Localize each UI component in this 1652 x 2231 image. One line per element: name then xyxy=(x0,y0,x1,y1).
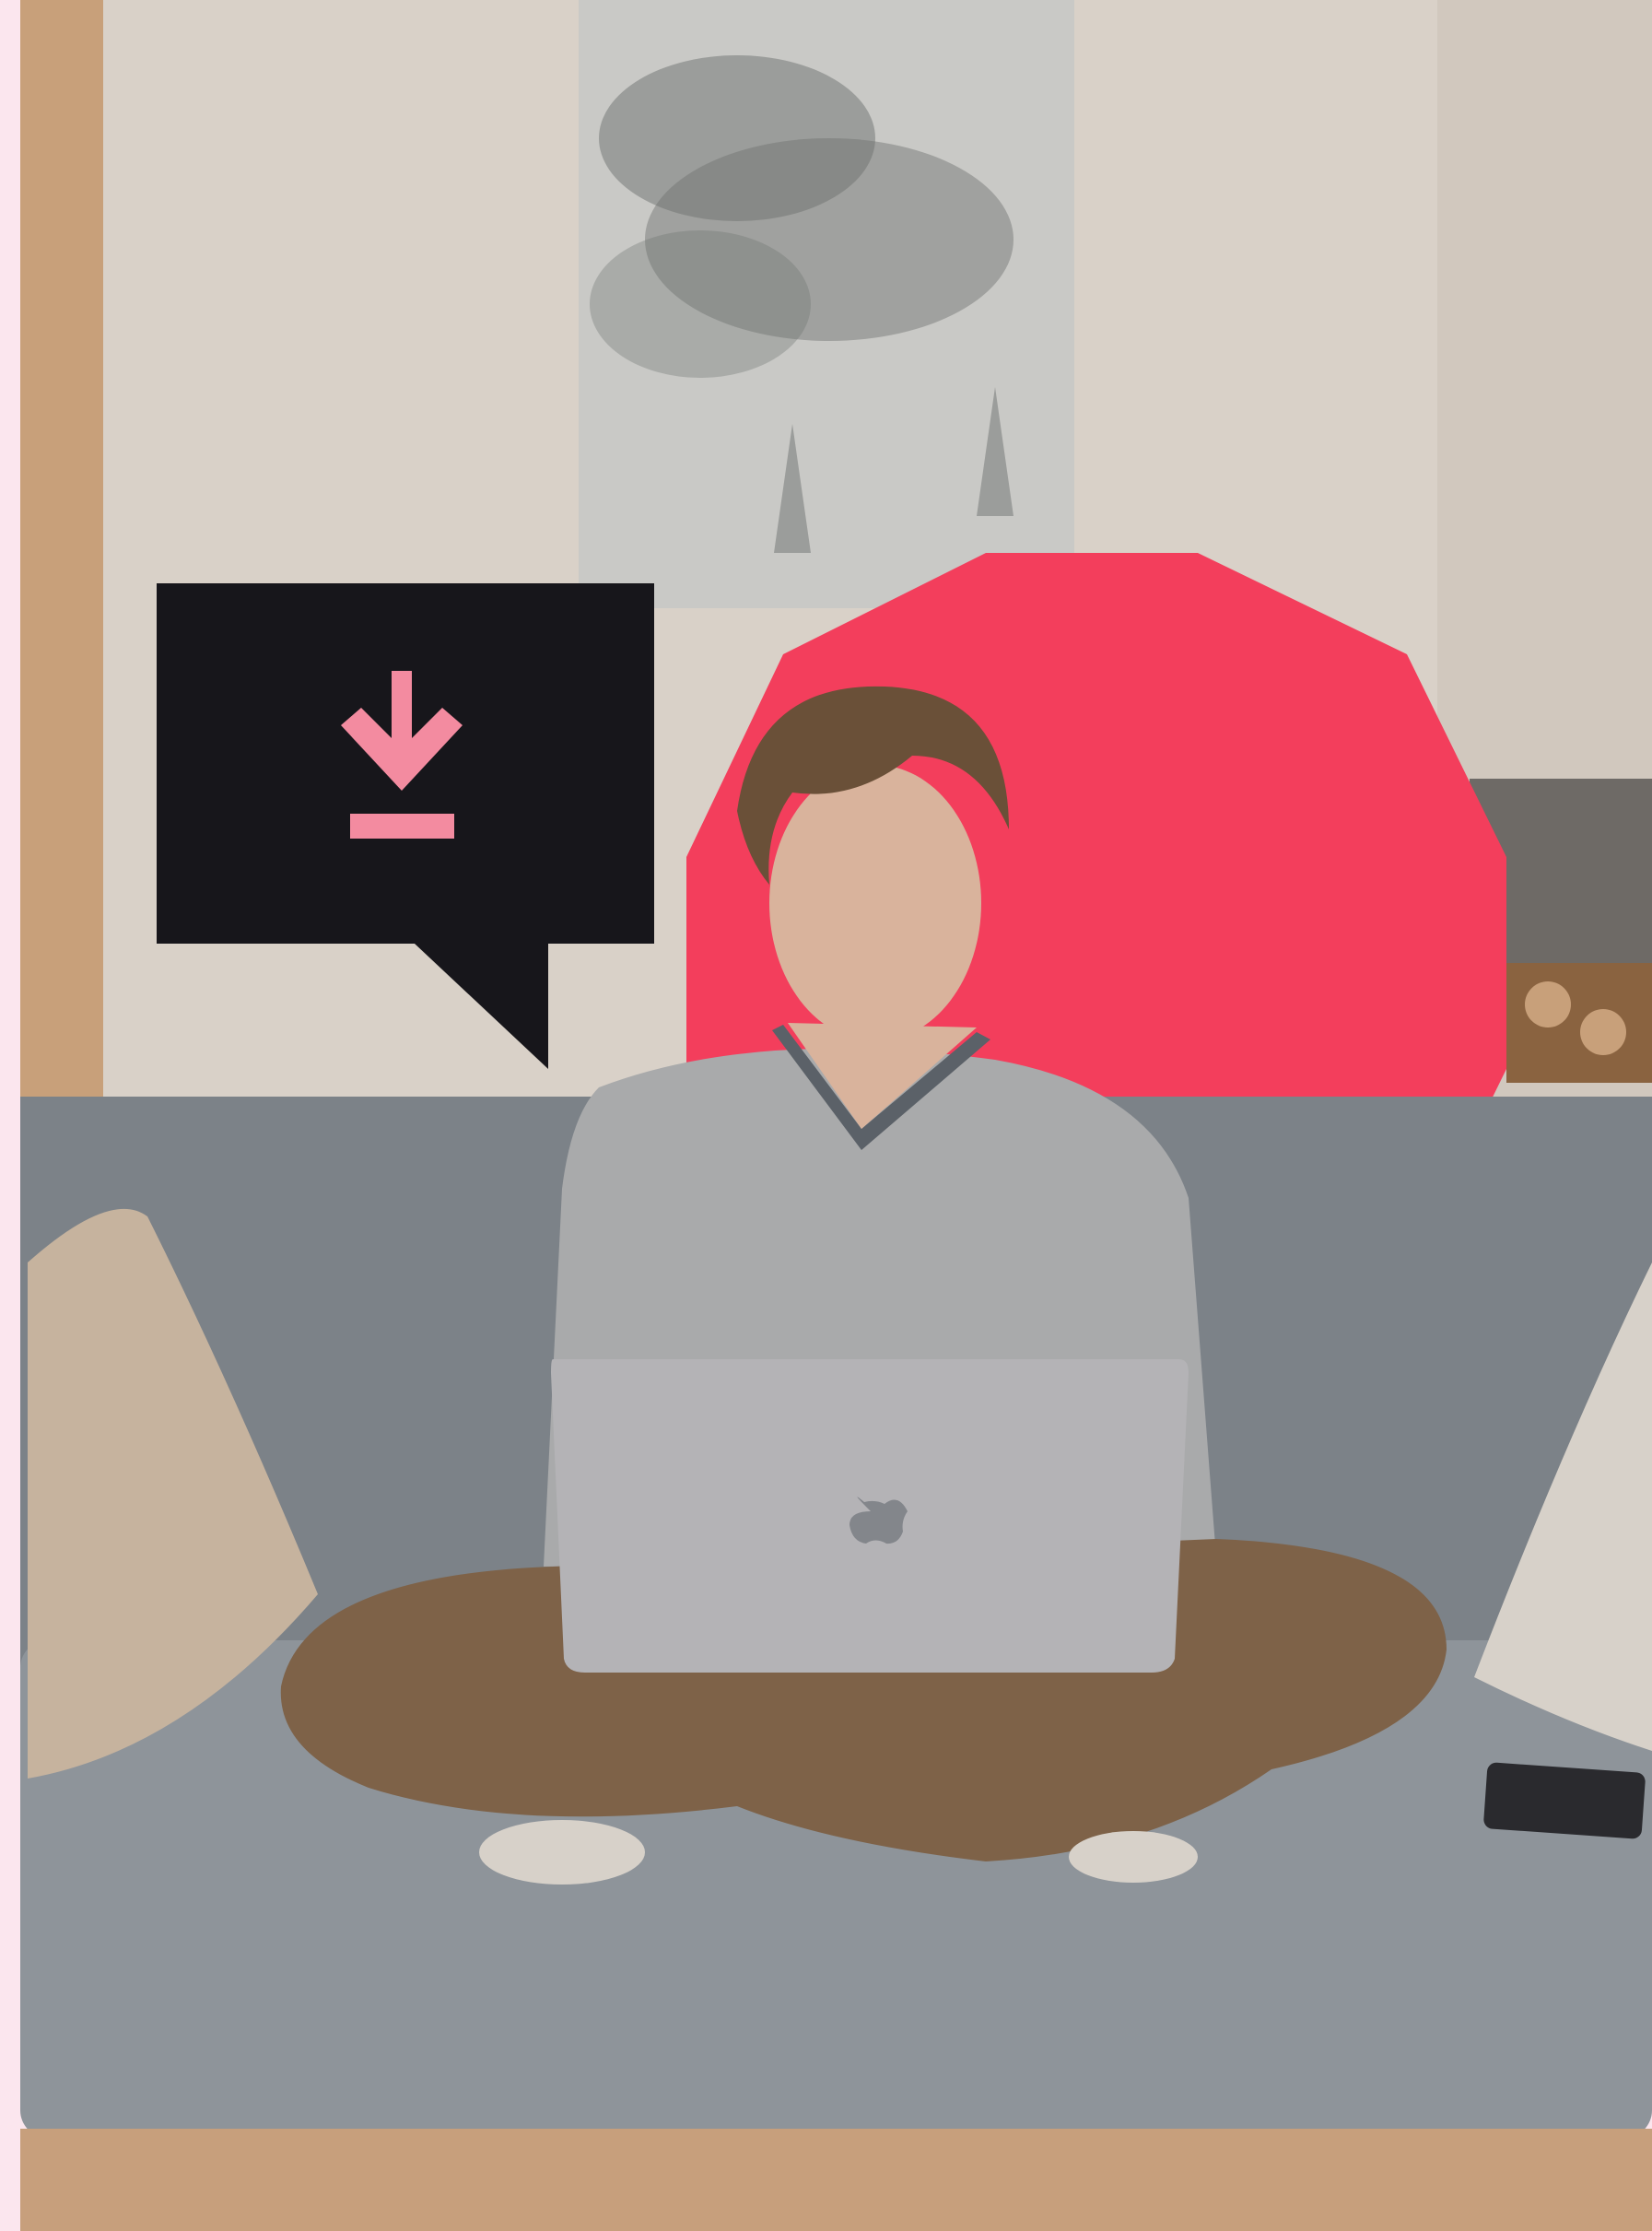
photo-scene xyxy=(0,0,1652,2231)
laptop xyxy=(551,1359,1189,1673)
scene-canvas xyxy=(0,0,1652,2231)
page-edge xyxy=(0,0,20,2231)
wall-painting xyxy=(579,0,1074,608)
wood-trim xyxy=(20,0,103,1101)
phone xyxy=(1483,1762,1646,1839)
